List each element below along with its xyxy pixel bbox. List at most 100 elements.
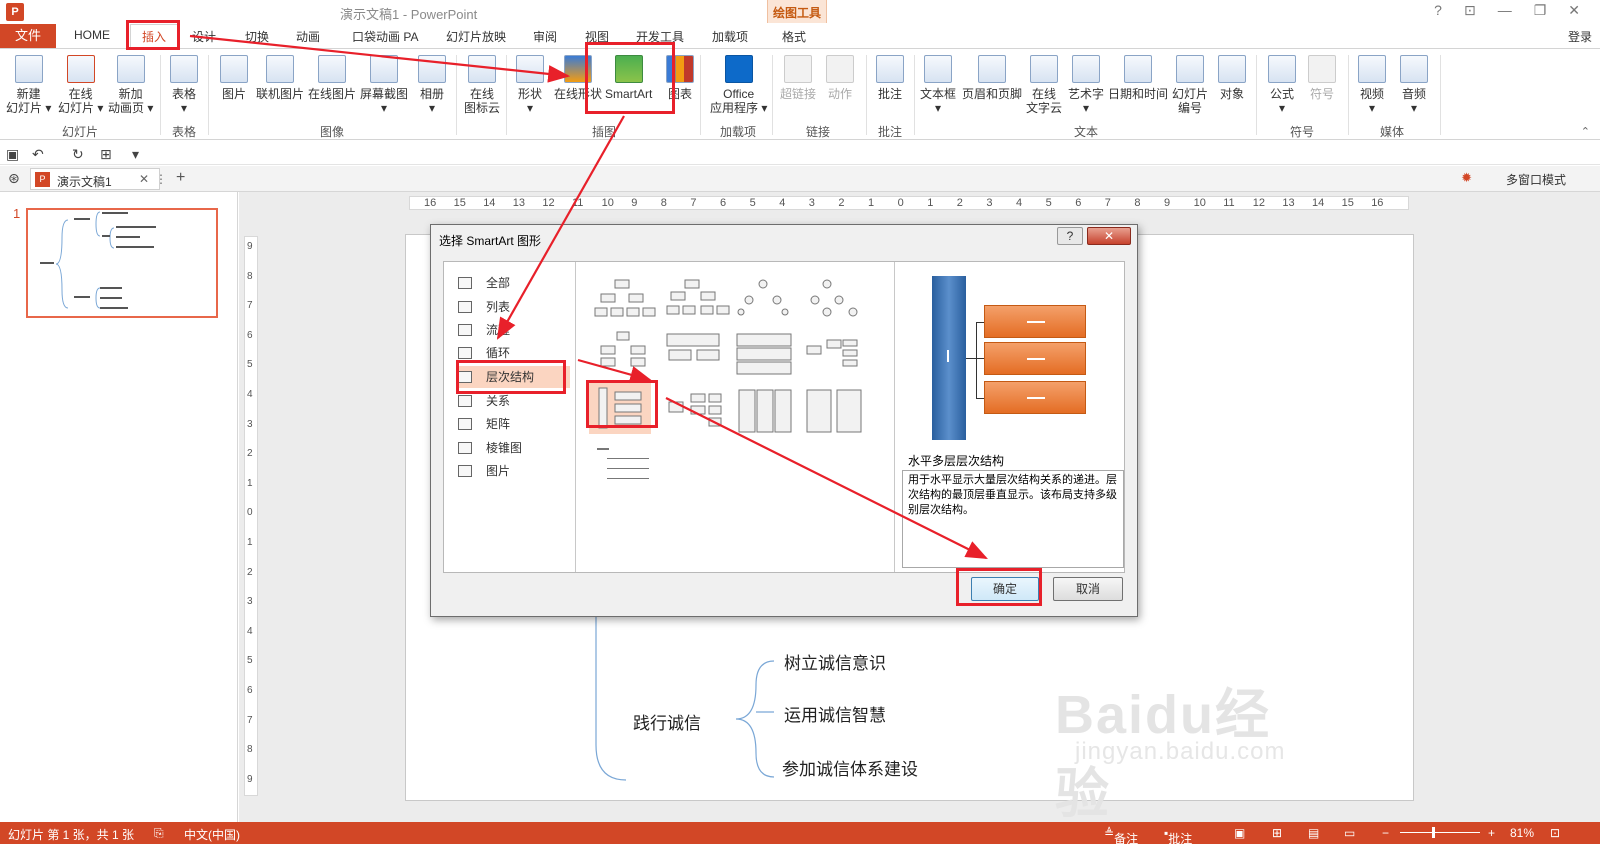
symbol-button[interactable]: 符号 (1308, 55, 1336, 101)
office-apps-button[interactable]: Office 应用程序 ▾ (710, 55, 767, 115)
tab-format[interactable]: 格式 (782, 28, 806, 45)
mindmap-branch-node[interactable]: 参加诚信体系建设 (782, 755, 918, 780)
smartart-button[interactable]: SmartArt (605, 55, 652, 101)
tab-pocket-animation[interactable]: 口袋动画 PA (352, 28, 418, 45)
category-picture[interactable]: 图片 (458, 460, 572, 482)
object-button[interactable]: 对象 (1218, 55, 1246, 101)
action-button[interactable]: 动作 (826, 55, 854, 101)
online-shapes-button[interactable]: 在线形状 (554, 55, 602, 101)
powerpoint-app-icon[interactable]: P (6, 3, 24, 21)
zoom-out-icon[interactable]: − (1382, 826, 1389, 840)
start-slideshow-icon[interactable]: ⊞ (100, 146, 112, 163)
category-cycle[interactable]: 循环 (458, 342, 572, 364)
cancel-button[interactable]: 取消 (1053, 577, 1123, 601)
slide-number-button[interactable]: 幻灯片 编号 (1172, 55, 1208, 115)
group-label-images: 图像 (320, 125, 345, 139)
icon-cloud-button[interactable]: 在线 图标云 (464, 55, 500, 115)
ruler-tick-label: 5 (1045, 197, 1052, 209)
reading-view-icon[interactable]: ▤ (1308, 826, 1319, 840)
ribbon-display-icon[interactable]: ⊡ (1464, 2, 1476, 19)
slide-position-text: 幻灯片 第 1 张，共 1 张 (8, 828, 135, 842)
tab-home[interactable]: HOME (74, 28, 110, 42)
tab-view[interactable]: 视图 (585, 28, 609, 45)
tab-slideshow[interactable]: 幻灯片放映 (446, 28, 506, 45)
close-icon[interactable]: ✕ (1568, 2, 1580, 19)
new-animation-page-button[interactable]: 新加 动画页 ▾ (108, 55, 153, 115)
category-process[interactable]: 流程 (458, 319, 572, 341)
tab-file[interactable]: 文件 (0, 24, 56, 48)
tab-animations[interactable]: 动画 (296, 28, 320, 45)
customize-qat-icon[interactable]: ▾ (132, 146, 139, 163)
zoom-slider-track[interactable] (1400, 832, 1480, 833)
screenshot-button[interactable]: 屏幕截图 ▾ (360, 55, 408, 115)
comments-button[interactable]: ▪ 批注 (1164, 826, 1192, 846)
normal-view-icon[interactable]: ▣ (1234, 826, 1245, 840)
add-tab-icon[interactable]: + (176, 169, 185, 187)
undo-icon[interactable]: ↶ (32, 146, 44, 163)
restore-icon[interactable]: ❐ (1534, 2, 1547, 19)
layout-horizontal-multi-level-hierarchy[interactable] (589, 382, 651, 434)
online-picture-button[interactable]: 联机图片 (256, 55, 304, 101)
tab-addins[interactable]: 加载项 (712, 28, 748, 45)
tab-developer[interactable]: 开发工具 (636, 28, 684, 45)
category-hierarchy[interactable]: 层次结构 (456, 366, 570, 388)
datetime-button[interactable]: 日期和时间 (1108, 55, 1168, 101)
tab-insert[interactable]: 插入 (130, 24, 178, 49)
minimize-icon[interactable]: — (1498, 2, 1512, 19)
tab-more-icon[interactable]: ⋮ (155, 172, 167, 186)
document-tab[interactable]: P 演示文稿1 ✕ ⋮ (30, 168, 167, 190)
header-footer-button[interactable]: 页眉和页脚 (962, 55, 1022, 101)
collapse-ribbon-icon[interactable]: ⌃ (1581, 125, 1590, 138)
category-pyramid[interactable]: 棱锥图 (458, 437, 572, 459)
tab-review[interactable]: 审阅 (533, 28, 557, 45)
ruler-tick-label: 7 (690, 197, 697, 209)
hyperlink-button[interactable]: 超链接 (780, 55, 816, 101)
wordart-button[interactable]: 艺术字 ▾ (1068, 55, 1104, 115)
comment-button[interactable]: 批注 (876, 55, 904, 101)
slideshow-view-icon[interactable]: ▭ (1344, 826, 1355, 840)
textbox-button[interactable]: 文本框 ▾ (920, 55, 956, 115)
multi-window-mode-button[interactable]: 多窗口模式 (1506, 171, 1566, 188)
album-button[interactable]: 相册 ▾ (418, 55, 446, 115)
tabs-menu-icon[interactable]: ⊛ (8, 170, 20, 187)
help-icon[interactable]: ? (1434, 2, 1442, 19)
video-button[interactable]: 视频 ▾ (1358, 55, 1386, 115)
zoom-in-icon[interactable]: + (1488, 826, 1495, 840)
redo-icon[interactable]: ↻ (72, 146, 84, 163)
mindmap-branch-node[interactable]: 树立诚信意识 (784, 649, 886, 674)
save-icon[interactable]: ▣ (6, 146, 19, 163)
category-all[interactable]: 全部 (458, 272, 572, 294)
spellcheck-icon[interactable]: ⎘ (154, 826, 164, 841)
ok-button[interactable]: 确定 (971, 577, 1039, 601)
category-matrix[interactable]: 矩阵 (458, 413, 572, 435)
zoom-slider-thumb[interactable] (1432, 827, 1435, 838)
dialog-close-button[interactable]: ✕ (1087, 227, 1131, 245)
word-cloud-button[interactable]: 在线 文字云 (1026, 55, 1062, 115)
slide-sorter-icon[interactable]: ⊞ (1272, 826, 1282, 840)
online-slide-button[interactable]: 在线 幻灯片 ▾ (58, 55, 103, 115)
notes-button[interactable]: ≜ 备注 (1104, 826, 1138, 846)
category-relationship[interactable]: 关系 (458, 390, 572, 412)
new-slide-icon (14, 55, 43, 83)
category-list-item[interactable]: 列表 (458, 296, 572, 318)
close-tab-icon[interactable]: ✕ (139, 172, 149, 186)
tab-design[interactable]: 设计 (192, 28, 216, 45)
zoom-level[interactable]: 81% (1510, 826, 1534, 840)
shapes-button[interactable]: 形状 ▾ (516, 55, 544, 115)
fit-to-window-icon[interactable]: ⊡ (1550, 826, 1560, 840)
mindmap-root-node[interactable]: 践行诚信 (633, 709, 701, 734)
picture-button[interactable]: 图片 (220, 55, 248, 101)
settings-gear-icon[interactable]: ✹ (1461, 170, 1472, 186)
slide-thumbnail[interactable] (26, 208, 218, 318)
new-slide-button[interactable]: 新建 幻灯片 ▾ (6, 55, 51, 115)
equation-button[interactable]: 公式 ▾ (1268, 55, 1296, 115)
web-picture-button[interactable]: 在线图片 (308, 55, 356, 101)
mindmap-branch-node[interactable]: 运用诚信智慧 (784, 701, 886, 726)
language-indicator[interactable]: 中文(中国) (184, 826, 240, 843)
table-button[interactable]: 表格 ▾ (170, 55, 198, 115)
dialog-help-button[interactable]: ? (1057, 227, 1083, 245)
chart-button[interactable]: 图表 (666, 55, 694, 101)
login-link[interactable]: 登录 (1568, 28, 1592, 45)
audio-button[interactable]: 音频 ▾ (1400, 55, 1428, 115)
tab-transitions[interactable]: 切换 (245, 28, 269, 45)
